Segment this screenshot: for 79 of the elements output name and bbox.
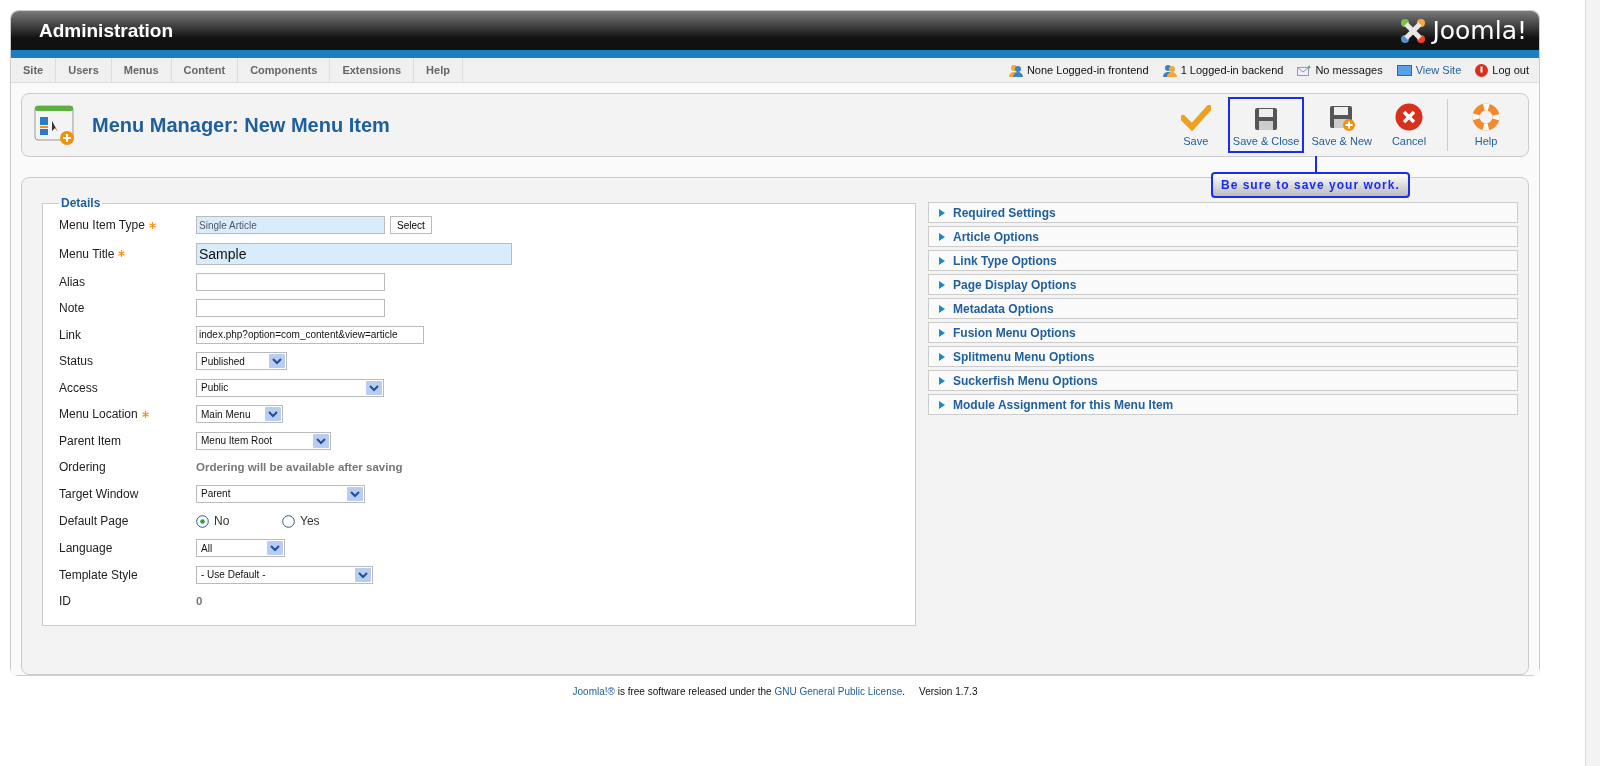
toolbar-button[interactable]: Save & New [1306, 97, 1377, 153]
accordion-header[interactable]: Suckerfish Menu Options [928, 370, 1518, 391]
lifebuoy-icon [1472, 103, 1500, 131]
field-label-text: Parent Item [59, 433, 122, 448]
menu-item[interactable]: Extensions [330, 58, 415, 82]
header-title: Administration [39, 19, 174, 42]
dropdown[interactable]: Public [196, 378, 384, 397]
envelope-icon [1297, 64, 1312, 76]
accordion-header[interactable]: Article Options [928, 226, 1518, 247]
required-icon [118, 250, 126, 257]
field-label-text: Menu Location [59, 407, 138, 422]
tooltip-callout: Be sure to save your work. [1211, 172, 1410, 198]
accordion-header[interactable]: Page Display Options [928, 274, 1518, 295]
toolbar-button[interactable]: Save [1165, 97, 1226, 153]
field-label-text: Default Page [59, 514, 129, 528]
status-link[interactable]: View Site [1396, 64, 1462, 77]
footer-link[interactable]: Joomla!® [572, 686, 615, 697]
accordion-header[interactable]: Metadata Options [928, 298, 1518, 319]
required-icon [148, 221, 156, 229]
field-label-text: ID [59, 594, 71, 609]
field-label-text: Menu Title [59, 246, 115, 261]
field-label-text: Link [59, 327, 81, 342]
radio-option[interactable]: No [196, 514, 282, 528]
status-item[interactable]: Log out [1475, 63, 1529, 77]
required-icon [141, 410, 149, 418]
accordion-header[interactable]: Module Assignment for this Menu Item [928, 394, 1518, 415]
menu-item[interactable]: Components [238, 58, 331, 82]
menu-item-type-field[interactable]: Single Article [196, 216, 385, 235]
field-label-text: Menu Item Type [59, 218, 145, 233]
accordion-header[interactable]: Fusion Menu Options [928, 322, 1518, 343]
title-field[interactable]: Sample [196, 242, 512, 265]
page-title: Menu Manager: New Menu Item [92, 113, 390, 137]
fieldset-legend: Details [59, 196, 103, 210]
field-label-text: Access [59, 380, 98, 395]
logo-text: Joomla! [1432, 16, 1527, 46]
leader-line [1315, 156, 1317, 172]
menu-item[interactable]: Menus [111, 58, 172, 82]
accordion-header[interactable]: Link Type Options [928, 250, 1518, 271]
field-label-text: Target Window [59, 486, 139, 501]
field-label-text: Language [59, 541, 113, 556]
field-label-text: Template Style [59, 567, 138, 582]
menu-item[interactable]: Help [414, 58, 463, 82]
monitor-icon [1396, 64, 1412, 76]
select-button[interactable]: Select [390, 216, 432, 235]
text-field[interactable]: index.php?option=com_content&view=article [196, 325, 424, 344]
text-field[interactable] [196, 299, 385, 318]
dropdown[interactable]: Published [196, 352, 287, 371]
menu-item[interactable]: Site [11, 58, 57, 82]
field-label-text: Ordering [59, 460, 106, 475]
toolbar-button[interactable]: Help [1456, 97, 1516, 153]
dropdown[interactable]: Parent [196, 484, 365, 503]
dropdown[interactable]: All [196, 539, 285, 558]
users-icon [1162, 63, 1177, 77]
field-label-text: Note [59, 301, 85, 316]
checkmark-icon [1180, 105, 1211, 131]
field-label-text: Status [59, 354, 94, 369]
dropdown[interactable]: Menu Item Root [196, 431, 331, 450]
toolbar-button[interactable]: Save & Close [1227, 97, 1305, 153]
toolbar-button[interactable]: Cancel [1379, 97, 1439, 153]
field-value: 0 [196, 595, 203, 608]
field-label-text: Alias [59, 274, 85, 289]
menu-item[interactable]: Content [171, 58, 239, 82]
floppy-disk-plus-icon [1328, 105, 1355, 131]
footer-text: Joomla!® is free software released under the GNU General Public License. [572, 686, 906, 697]
status-item: None Logged-in frontend [1008, 63, 1149, 77]
status-item: 1 Logged-in backend [1162, 63, 1284, 77]
status-item: No messages [1297, 64, 1383, 77]
accordion-header[interactable]: Required Settings [928, 202, 1518, 223]
cancel-icon [1395, 103, 1423, 131]
radio-option[interactable]: Yes [282, 514, 368, 528]
menu-manager-icon [34, 104, 76, 146]
menu-item[interactable]: Users [56, 58, 112, 82]
power-icon [1475, 63, 1489, 77]
dropdown[interactable]: Main Menu [196, 405, 283, 424]
dropdown[interactable]: - Use Default - [196, 565, 373, 584]
version-text: Version 1.7.3 [919, 686, 978, 697]
text-field[interactable] [196, 272, 385, 291]
users-icon [1008, 63, 1023, 77]
accordion-header[interactable]: Splitmenu Menu Options [928, 346, 1518, 367]
